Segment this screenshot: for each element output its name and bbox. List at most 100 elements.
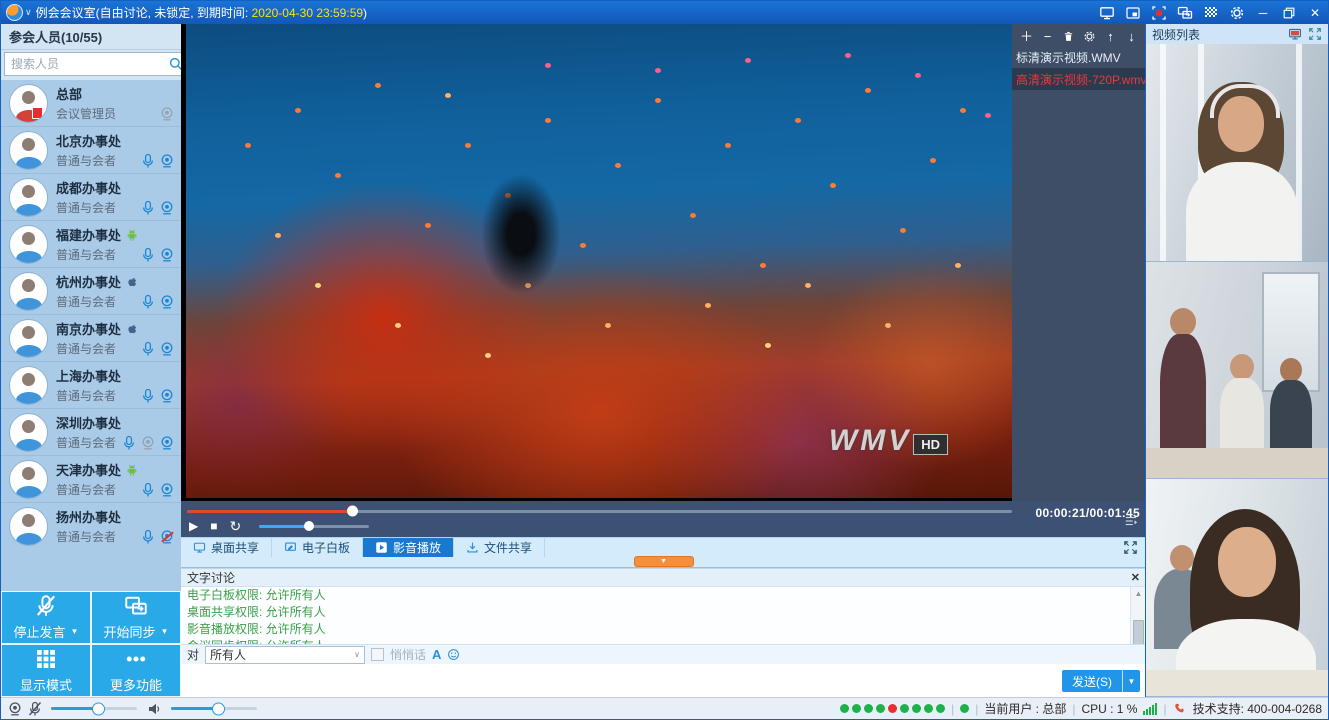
- camera-icon[interactable]: [159, 200, 175, 216]
- monitor-icon[interactable]: [1288, 27, 1302, 41]
- seek-bar[interactable]: [187, 510, 1012, 513]
- speaker-icon[interactable]: [147, 701, 163, 717]
- playlist-trash-button[interactable]: [1062, 30, 1075, 43]
- mic-icon[interactable]: [140, 482, 156, 498]
- font-style-button[interactable]: A: [432, 647, 441, 662]
- scroll-up-icon[interactable]: ▲: [1131, 587, 1146, 599]
- participant-row[interactable]: 天津办事处 普通与会者: [1, 456, 181, 503]
- window-layout-icon[interactable]: [1120, 1, 1146, 24]
- video-thumbnail[interactable]: [1146, 44, 1328, 262]
- tab-desktop-share[interactable]: 桌面共享: [181, 538, 272, 557]
- grid-icon: [34, 647, 58, 671]
- participant-row[interactable]: 成都办事处 普通与会者: [1, 174, 181, 221]
- camera-icon[interactable]: [159, 294, 175, 310]
- restore-button[interactable]: [1276, 1, 1302, 24]
- participant-row[interactable]: 福建办事处 普通与会者: [1, 221, 181, 268]
- app-window: ∨ 例会会议室(自由讨论, 未锁定, 到期时间: 2020-04-30 23:5…: [0, 0, 1329, 720]
- chat-close-icon[interactable]: ✕: [1131, 571, 1140, 584]
- avatar: [9, 84, 48, 123]
- mic-volume-slider[interactable]: [51, 707, 137, 710]
- whisper-checkbox[interactable]: [371, 648, 384, 661]
- mic-icon[interactable]: [140, 341, 156, 357]
- participant-row[interactable]: 南京办事处 普通与会者: [1, 315, 181, 362]
- stop-speaking-button[interactable]: 停止发言▼: [2, 592, 90, 643]
- playing-video[interactable]: WMV HD: [186, 24, 1012, 498]
- participant-row[interactable]: 上海办事处 普通与会者: [1, 362, 181, 409]
- player-controls: 00:00:21/00:01:45 ▶ ■ ↻: [181, 501, 1146, 537]
- participant-row[interactable]: 扬州办事处 普通与会者: [1, 503, 181, 549]
- chat-collapse-handle[interactable]: ▼: [634, 556, 694, 567]
- more-functions-button[interactable]: 更多功能: [92, 645, 180, 696]
- camera-icon[interactable]: [159, 388, 175, 404]
- camera-icon[interactable]: [140, 435, 156, 451]
- webcam-status-icon[interactable]: [7, 701, 23, 717]
- playlist-move-down-button[interactable]: ↓: [1125, 30, 1138, 43]
- mic-muted-status-icon[interactable]: [27, 701, 43, 717]
- playlist-add-button[interactable]: ＋: [1020, 30, 1033, 43]
- replay-button[interactable]: ↻: [229, 519, 241, 533]
- camera-icon[interactable]: [159, 247, 175, 263]
- participant-row[interactable]: 总部 会议管理员: [1, 80, 181, 127]
- playlist-item[interactable]: 标清演示视频.WMV: [1012, 46, 1146, 68]
- mic-icon[interactable]: [140, 294, 156, 310]
- chat-input-area[interactable]: 发送(S) ▼: [181, 664, 1146, 697]
- close-button[interactable]: ✕: [1302, 1, 1328, 24]
- minimize-button[interactable]: ─: [1250, 1, 1276, 24]
- permission-message: 会议同步权限: 允许所有人: [181, 638, 1146, 644]
- expand-icon[interactable]: [1308, 27, 1322, 41]
- mic-icon[interactable]: [140, 529, 156, 545]
- mic-icon[interactable]: [121, 435, 137, 451]
- recipient-select[interactable]: 所有人∨: [205, 646, 365, 664]
- android-icon: [125, 463, 139, 477]
- fullscreen-expand-icon[interactable]: [1123, 540, 1138, 555]
- playlist-item-selected[interactable]: 高清演示视频-720P.wmv删除: [1012, 68, 1146, 90]
- participant-row[interactable]: 杭州办事处 普通与会者: [1, 268, 181, 315]
- tab-file-share[interactable]: 文件共享: [454, 538, 545, 557]
- tab-media-playback[interactable]: 影音播放: [363, 538, 454, 557]
- pixel-grid-icon[interactable]: [1198, 1, 1224, 24]
- logo-caret-icon[interactable]: ∨: [25, 7, 32, 18]
- seek-handle[interactable]: [347, 506, 358, 517]
- camera-icon[interactable]: [159, 341, 175, 357]
- playlist-remove-button[interactable]: −: [1041, 30, 1054, 43]
- display-mode-button[interactable]: 显示模式: [2, 645, 90, 696]
- dropdown-caret-icon[interactable]: ▼: [161, 627, 169, 636]
- playlist-toggle-icon[interactable]: [1124, 514, 1138, 533]
- playlist-settings-button[interactable]: [1083, 30, 1096, 43]
- dropdown-caret-icon[interactable]: ▼: [71, 627, 79, 636]
- send-options-caret[interactable]: ▼: [1122, 670, 1140, 692]
- camera-icon[interactable]: [159, 153, 175, 169]
- stop-button[interactable]: ■: [210, 520, 217, 532]
- send-button[interactable]: 发送(S): [1062, 670, 1122, 692]
- mic-icon[interactable]: [140, 247, 156, 263]
- camera-icon[interactable]: [159, 482, 175, 498]
- scroll-thumb[interactable]: [1133, 620, 1144, 644]
- speaker-volume-handle[interactable]: [212, 702, 225, 715]
- screen-share-icon[interactable]: [1094, 1, 1120, 24]
- chat-scrollbar[interactable]: ▲ ▼: [1130, 587, 1146, 644]
- participant-row[interactable]: 深圳办事处 普通与会者: [1, 409, 181, 456]
- speaker-volume-slider[interactable]: [171, 707, 257, 710]
- mic-icon[interactable]: [140, 388, 156, 404]
- camera-icon[interactable]: [159, 435, 175, 451]
- volume-slider[interactable]: [259, 525, 369, 528]
- search-input[interactable]: [9, 56, 168, 72]
- play-button[interactable]: ▶: [189, 520, 198, 532]
- mic-icon[interactable]: [140, 200, 156, 216]
- mic-icon[interactable]: [140, 153, 156, 169]
- participant-role: 普通与会者: [56, 293, 116, 310]
- video-thumbnail[interactable]: [1146, 262, 1328, 480]
- participant-role: 普通与会者: [56, 152, 116, 169]
- record-icon[interactable]: [1146, 1, 1172, 24]
- video-thumbnail[interactable]: [1146, 479, 1328, 697]
- mic-volume-handle[interactable]: [92, 702, 105, 715]
- network-sync-icon[interactable]: [1172, 1, 1198, 24]
- start-sync-button[interactable]: 开始同步▼: [92, 592, 180, 643]
- playlist-move-up-button[interactable]: ↑: [1104, 30, 1117, 43]
- emoji-button[interactable]: [447, 648, 460, 661]
- tab-whiteboard[interactable]: 电子白板: [272, 538, 363, 557]
- participant-row[interactable]: 北京办事处 普通与会者: [1, 127, 181, 174]
- volume-handle[interactable]: [304, 521, 314, 531]
- camera-icon[interactable]: [159, 106, 175, 122]
- settings-gear-icon[interactable]: [1224, 1, 1250, 24]
